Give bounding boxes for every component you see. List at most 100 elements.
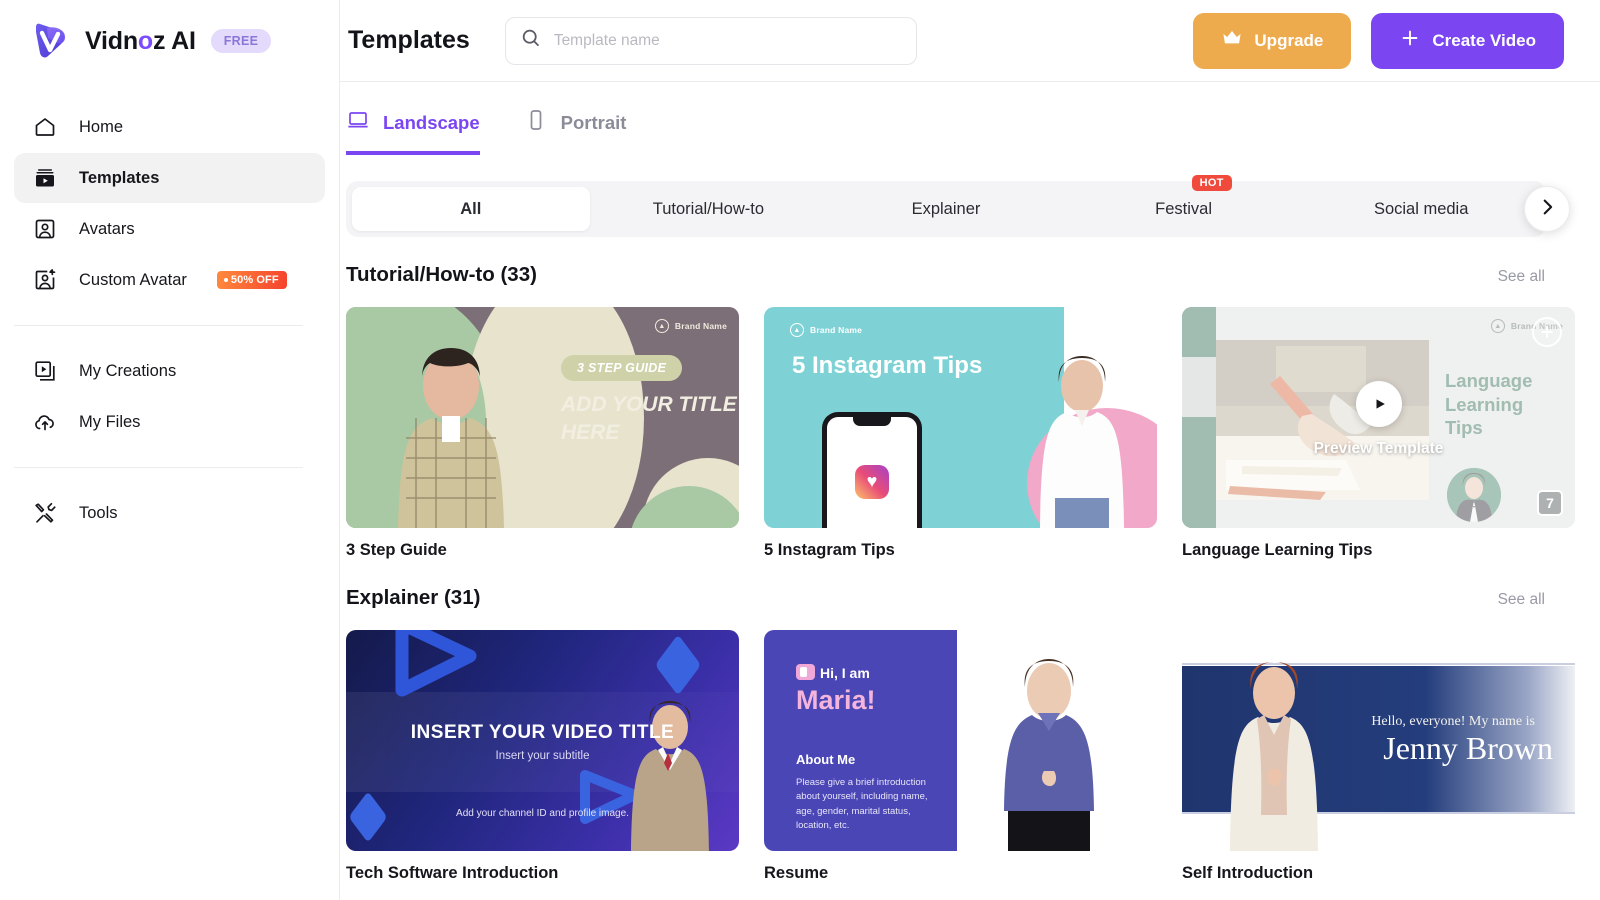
chip-label: Explainer xyxy=(911,199,981,218)
category-chip-festival[interactable]: Festival HOT xyxy=(1065,175,1303,231)
crown-icon xyxy=(1221,27,1243,54)
instagram-heart-icon: ♥ xyxy=(855,464,889,499)
template-card[interactable]: Hi, I am Maria! About Me Please give a b… xyxy=(764,630,1157,883)
thumbnail-art: ▲ Brand Name Language Learning Tips xyxy=(1182,307,1575,528)
play-icon[interactable] xyxy=(1355,381,1402,428)
thumbnail-about-body: Please give a brief introduction about y… xyxy=(796,777,928,831)
thumbnail-art: Hi, I am Maria! About Me Please give a b… xyxy=(764,630,1157,851)
phone-icon xyxy=(524,108,548,137)
tab-portrait[interactable]: Portrait xyxy=(524,108,627,155)
preview-template-label: Preview Template xyxy=(1313,439,1444,457)
thumbnail-art: ▲ Brand Name 3 STEP GUIDE ADD YOUR TITLE… xyxy=(346,307,739,528)
sidebar-item-home[interactable]: Home xyxy=(14,102,325,152)
template-card[interactable]: INSERT YOUR VIDEO TITLE Insert your subt… xyxy=(346,630,739,883)
avatar-photo xyxy=(1230,662,1318,851)
chip-label: Festival xyxy=(1155,199,1212,218)
category-chip-all[interactable]: All xyxy=(352,187,590,231)
sidebar-nav-secondary: My Creations My Files xyxy=(0,346,339,447)
sidebar-divider-2 xyxy=(14,467,303,468)
sidebar-item-custom-avatar[interactable]: Custom Avatar 50% OFF xyxy=(14,255,325,305)
app-root: Vidnoz AI FREE Home Templates Avatars Cu… xyxy=(0,0,1600,900)
sidebar-item-tools[interactable]: Tools xyxy=(14,488,325,538)
search-input[interactable] xyxy=(553,31,902,50)
sidebar-nav-primary: Home Templates Avatars Custom Avatar 50%… xyxy=(0,82,339,305)
thumbnail-footer: Add your channel ID and profile image. xyxy=(456,808,629,819)
create-video-button[interactable]: Create Video xyxy=(1371,12,1564,69)
thumbnail-greeting: Hi, I am xyxy=(820,665,870,681)
thumbnail-headline: 5 Instagram Tips xyxy=(792,352,983,379)
tab-landscape[interactable]: Landscape xyxy=(346,108,480,155)
thumbnail-greeting: Hello, everyone! My name is xyxy=(1371,714,1535,729)
template-card-title: 3 Step Guide xyxy=(346,541,447,559)
template-card[interactable]: ▲ Brand Name 3 STEP GUIDE ADD YOUR TITLE… xyxy=(346,307,739,560)
sidebar-item-label: Custom Avatar xyxy=(79,270,187,289)
template-card-title: 5 Instagram Tips xyxy=(764,541,895,559)
upgrade-button[interactable]: Upgrade xyxy=(1193,12,1352,69)
sidebar-item-templates[interactable]: Templates xyxy=(14,153,325,203)
brand-logo[interactable]: Vidnoz AI FREE xyxy=(0,0,339,82)
templates-icon xyxy=(32,165,58,191)
cloud-upload-icon xyxy=(32,409,58,435)
category-chip-explainer[interactable]: Explainer xyxy=(827,187,1065,231)
avatar-photo xyxy=(1004,659,1094,851)
template-cards-row: ▲ Brand Name 3 STEP GUIDE ADD YOUR TITLE… xyxy=(346,307,1600,560)
template-card-title: Language Learning Tips xyxy=(1182,541,1373,559)
template-thumbnail[interactable]: ▲ Brand Name 3 STEP GUIDE ADD YOUR TITLE… xyxy=(346,307,739,528)
search-box[interactable] xyxy=(504,16,917,65)
avatar-photo xyxy=(1040,356,1124,528)
sidebar-item-label: Tools xyxy=(79,503,118,522)
discount-badge: 50% OFF xyxy=(216,271,287,289)
template-thumbnail[interactable]: Hello, everyone! My name is Jenny Brown xyxy=(1182,630,1575,851)
sidebar-item-my-creations[interactable]: My Creations xyxy=(14,346,325,396)
thumbnail-about-title: About Me xyxy=(796,752,856,767)
thumbnail-art: ▲ Brand Name 5 Instagram Tips ♥ xyxy=(764,307,1157,528)
chip-label: All xyxy=(460,199,482,218)
template-thumbnail[interactable]: ▲ Brand Name 5 Instagram Tips ♥ xyxy=(764,307,1157,528)
template-card[interactable]: Hello, everyone! My name is Jenny Brown xyxy=(1182,630,1575,883)
thumbnail-art: INSERT YOUR VIDEO TITLE Insert your subt… xyxy=(346,630,739,851)
category-filter: All Tutorial/How-to Explainer Festival H… xyxy=(346,175,1570,237)
sidebar-item-avatars[interactable]: Avatars xyxy=(14,204,325,254)
section-header: Tutorial/How-to (33) See all xyxy=(346,263,1545,287)
sidebar-item-label: My Creations xyxy=(79,361,177,380)
template-cards-row: INSERT YOUR VIDEO TITLE Insert your subt… xyxy=(346,630,1600,883)
card-icon xyxy=(796,664,815,680)
main-content: Templates Upgrade xyxy=(340,0,1600,900)
template-thumbnail[interactable]: Hi, I am Maria! About Me Please give a b… xyxy=(764,630,1157,851)
section-explainer: Explainer (31) See all INSERT YOUR VIDEO… xyxy=(340,586,1600,883)
template-card[interactable]: ▲ Brand Name 5 Instagram Tips ♥ 5 Instag… xyxy=(764,307,1157,560)
sidebar: Vidnoz AI FREE Home Templates Avatars Cu… xyxy=(0,0,340,900)
template-card-title: Tech Software Introduction xyxy=(346,864,559,882)
brand-name: Vidnoz AI xyxy=(85,26,196,55)
thumbnail-name: Maria! xyxy=(796,685,876,715)
create-video-label: Create Video xyxy=(1432,30,1536,50)
plus-circle-icon[interactable] xyxy=(1532,317,1562,347)
chip-label: Tutorial/How-to xyxy=(652,199,765,218)
thumbnail-art: Hello, everyone! My name is Jenny Brown xyxy=(1182,630,1575,851)
chevron-right-icon xyxy=(1536,196,1558,223)
thumbnail-headline: INSERT YOUR VIDEO TITLE xyxy=(410,722,675,743)
tab-label: Portrait xyxy=(560,111,627,133)
template-thumbnail[interactable]: INSERT YOUR VIDEO TITLE Insert your subt… xyxy=(346,630,739,851)
template-thumbnail[interactable]: ▲ Brand Name Language Learning Tips xyxy=(1182,307,1575,528)
home-icon xyxy=(32,114,58,140)
sidebar-item-label: Home xyxy=(79,117,124,136)
section-title: Explainer (31) xyxy=(346,586,481,609)
top-bar: Templates Upgrade xyxy=(340,0,1600,82)
template-card[interactable]: ▲ Brand Name Language Learning Tips xyxy=(1182,307,1575,560)
category-chip-tutorial[interactable]: Tutorial/How-to xyxy=(590,187,828,231)
see-all-link[interactable]: See all xyxy=(1498,591,1545,609)
upgrade-label: Upgrade xyxy=(1254,30,1324,50)
sidebar-item-label: Templates xyxy=(79,168,160,187)
see-all-link[interactable]: See all xyxy=(1498,268,1545,286)
scene-count-badge: 7 xyxy=(1537,490,1563,516)
category-chip-social-media[interactable]: Social media xyxy=(1302,187,1540,231)
orientation-tabs: Landscape Portrait xyxy=(340,82,1600,155)
category-next-arrow-button[interactable] xyxy=(1524,186,1570,232)
sidebar-nav-tertiary: Tools xyxy=(0,488,339,538)
template-card-title: Resume xyxy=(764,864,829,882)
sidebar-item-my-files[interactable]: My Files xyxy=(14,397,325,447)
avatar-photo xyxy=(398,348,504,528)
brand-watermark: ▲ Brand Name xyxy=(654,319,727,333)
template-card-title: Self Introduction xyxy=(1182,864,1314,882)
